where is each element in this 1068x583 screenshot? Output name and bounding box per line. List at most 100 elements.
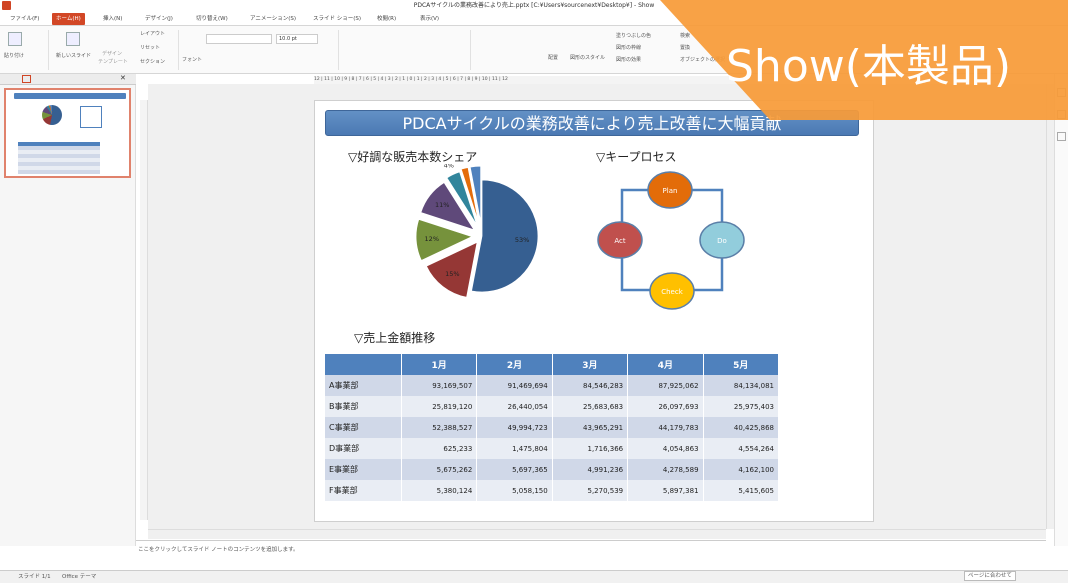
quick-style-button[interactable]: 図形のスタイル xyxy=(570,54,605,61)
table-cell: 52,388,527 xyxy=(401,417,478,438)
vertical-scrollbar[interactable] xyxy=(1046,84,1054,529)
tab-file[interactable]: ファイル(F) xyxy=(10,13,39,25)
table-cell: 5,697,365 xyxy=(476,459,553,480)
font-group-label: フォント xyxy=(182,57,203,63)
font-name-input[interactable] xyxy=(206,34,272,44)
row-label: B事業部 xyxy=(325,396,402,417)
side-toolbar xyxy=(1054,74,1068,546)
tab-insert[interactable]: 挿入(N) xyxy=(103,13,122,25)
do-label: Do xyxy=(717,237,727,245)
template-label: テンプレート xyxy=(98,59,128,65)
table-cell: 5,415,605 xyxy=(703,480,780,501)
side-tool-icon[interactable] xyxy=(1057,132,1066,141)
table-header-row: 1月 2月 3月 4月 5月 xyxy=(325,354,780,375)
notes-pane[interactable]: ここをクリックしてスライド ノートのコンテンツを追加します。 xyxy=(136,540,1046,570)
column-header: 1月 xyxy=(401,354,478,375)
tab-review[interactable]: 校閲(R) xyxy=(377,13,396,25)
pie-data-label: 11% xyxy=(435,201,449,209)
pdca-cycle-diagram[interactable]: Plan Do Check Act xyxy=(594,170,758,312)
cycle-heading[interactable]: ▽キープロセス xyxy=(596,148,677,165)
slide-counter: スライド 1/1 xyxy=(18,574,51,580)
outline-button[interactable]: 図形の枠線 xyxy=(616,44,641,51)
section-button[interactable]: セクション xyxy=(140,58,165,65)
new-slide-button[interactable]: 新しいスライド xyxy=(56,52,91,59)
table-cell: 5,270,539 xyxy=(552,480,629,501)
close-pane-icon[interactable]: ✕ xyxy=(120,74,126,82)
row-label: D事業部 xyxy=(325,438,402,459)
tab-transitions[interactable]: 切り替え(W) xyxy=(196,13,228,25)
table-cell: 93,169,507 xyxy=(401,375,478,396)
table-cell: 1,475,804 xyxy=(476,438,553,459)
table-cell: 4,278,589 xyxy=(627,459,704,480)
replace-button[interactable]: 置換 xyxy=(680,44,690,51)
pane-tabs: ✕ xyxy=(0,74,136,85)
paste-button[interactable]: 貼り付け xyxy=(4,52,24,59)
table-cell: 26,097,693 xyxy=(627,396,704,417)
tab-design[interactable]: デザイン(J) xyxy=(145,13,173,25)
tab-view[interactable]: 表示(V) xyxy=(420,13,439,25)
table-cell: 84,546,283 xyxy=(552,375,629,396)
tab-home[interactable]: ホーム(H) xyxy=(52,13,85,25)
status-bar: スライド 1/1 Office テーマ ページに合わせて xyxy=(0,570,1068,583)
table-cell: 26,440,054 xyxy=(476,396,553,417)
table-cell: 5,380,124 xyxy=(401,480,478,501)
table-row: A事業部 93,169,507 91,469,694 84,546,283 87,925… xyxy=(325,375,780,396)
table-cell: 40,425,868 xyxy=(703,417,780,438)
row-label: C事業部 xyxy=(325,417,402,438)
row-label: E事業部 xyxy=(325,459,402,480)
table-cell: 25,819,120 xyxy=(401,396,478,417)
table-cell: 1,716,366 xyxy=(552,438,629,459)
pie-data-label: 12% xyxy=(425,235,439,243)
pie-data-label: 4% xyxy=(444,164,454,169)
effect-button[interactable]: 図形の効果 xyxy=(616,56,641,63)
sales-table[interactable]: 1月 2月 3月 4月 5月 A事業部 93,169,507 91,469,694 84,54… xyxy=(325,354,780,501)
table-cell: 49,994,723 xyxy=(476,417,553,438)
vertical-ruler xyxy=(140,100,148,520)
paste-icon[interactable] xyxy=(8,32,22,46)
banner-text: Show(本製品) xyxy=(726,41,1012,92)
plan-label: Plan xyxy=(663,187,678,195)
layout-button[interactable]: レイアウト xyxy=(140,30,165,37)
slides-tab-icon[interactable] xyxy=(22,75,31,83)
table-cell: 25,683,683 xyxy=(552,396,629,417)
table-row: D事業部 625,233 1,475,804 1,716,366 4,054,863 4,… xyxy=(325,438,780,459)
table-row: C事業部 52,388,527 49,994,723 43,965,291 44,179… xyxy=(325,417,780,438)
table-cell: 5,897,381 xyxy=(627,480,704,501)
table-row: F事業部 5,380,124 5,058,150 5,270,539 5,897,381… xyxy=(325,480,780,501)
table-cell: 625,233 xyxy=(401,438,478,459)
zoom-select[interactable]: ページに合わせて xyxy=(964,571,1016,581)
table-cell: 87,925,062 xyxy=(627,375,704,396)
font-size-input[interactable]: 10.0 pt xyxy=(276,34,318,44)
column-header xyxy=(325,354,402,375)
table-row: E事業部 5,675,262 5,697,365 4,991,236 4,278,589… xyxy=(325,459,780,480)
find-button[interactable]: 検索 xyxy=(680,32,690,39)
tab-slideshow[interactable]: スライド ショー(S) xyxy=(313,13,361,25)
table-row: B事業部 25,819,120 26,440,054 25,683,683 26,097… xyxy=(325,396,780,417)
pie-data-label: 53% xyxy=(515,236,529,244)
act-label: Act xyxy=(614,237,626,245)
table-cell: 4,991,236 xyxy=(552,459,629,480)
check-label: Check xyxy=(661,288,683,296)
app-window: PDCAサイクルの業務改善により売上.pptx [C:¥Users¥source… xyxy=(0,0,1068,583)
design-button[interactable]: デザイン xyxy=(102,50,122,57)
tab-animations[interactable]: アニメーション(S) xyxy=(250,13,296,25)
column-header: 2月 xyxy=(476,354,553,375)
reset-button[interactable]: リセット xyxy=(140,44,160,51)
horizontal-scrollbar[interactable] xyxy=(148,529,1046,539)
table-cell: 4,162,100 xyxy=(703,459,780,480)
table-cell: 43,965,291 xyxy=(552,417,629,438)
row-label: A事業部 xyxy=(325,375,402,396)
table-cell: 84,134,081 xyxy=(703,375,780,396)
fill-button[interactable]: 塗りつぶしの色 xyxy=(616,32,651,39)
slide-thumbnail[interactable] xyxy=(4,88,131,178)
arrange-button[interactable]: 配置 xyxy=(548,54,558,61)
column-header: 4月 xyxy=(627,354,704,375)
pie-heading[interactable]: ▽好調な販売本数シェア xyxy=(348,148,477,165)
table-cell: 5,058,150 xyxy=(476,480,553,501)
column-header: 5月 xyxy=(703,354,780,375)
new-slide-icon[interactable] xyxy=(66,32,80,46)
share-pie-chart[interactable]: 53%15%12%11%4%2%3% xyxy=(404,164,564,298)
column-header: 3月 xyxy=(552,354,629,375)
table-cell: 25,975,403 xyxy=(703,396,780,417)
table-heading[interactable]: ▽売上金額推移 xyxy=(354,329,435,346)
